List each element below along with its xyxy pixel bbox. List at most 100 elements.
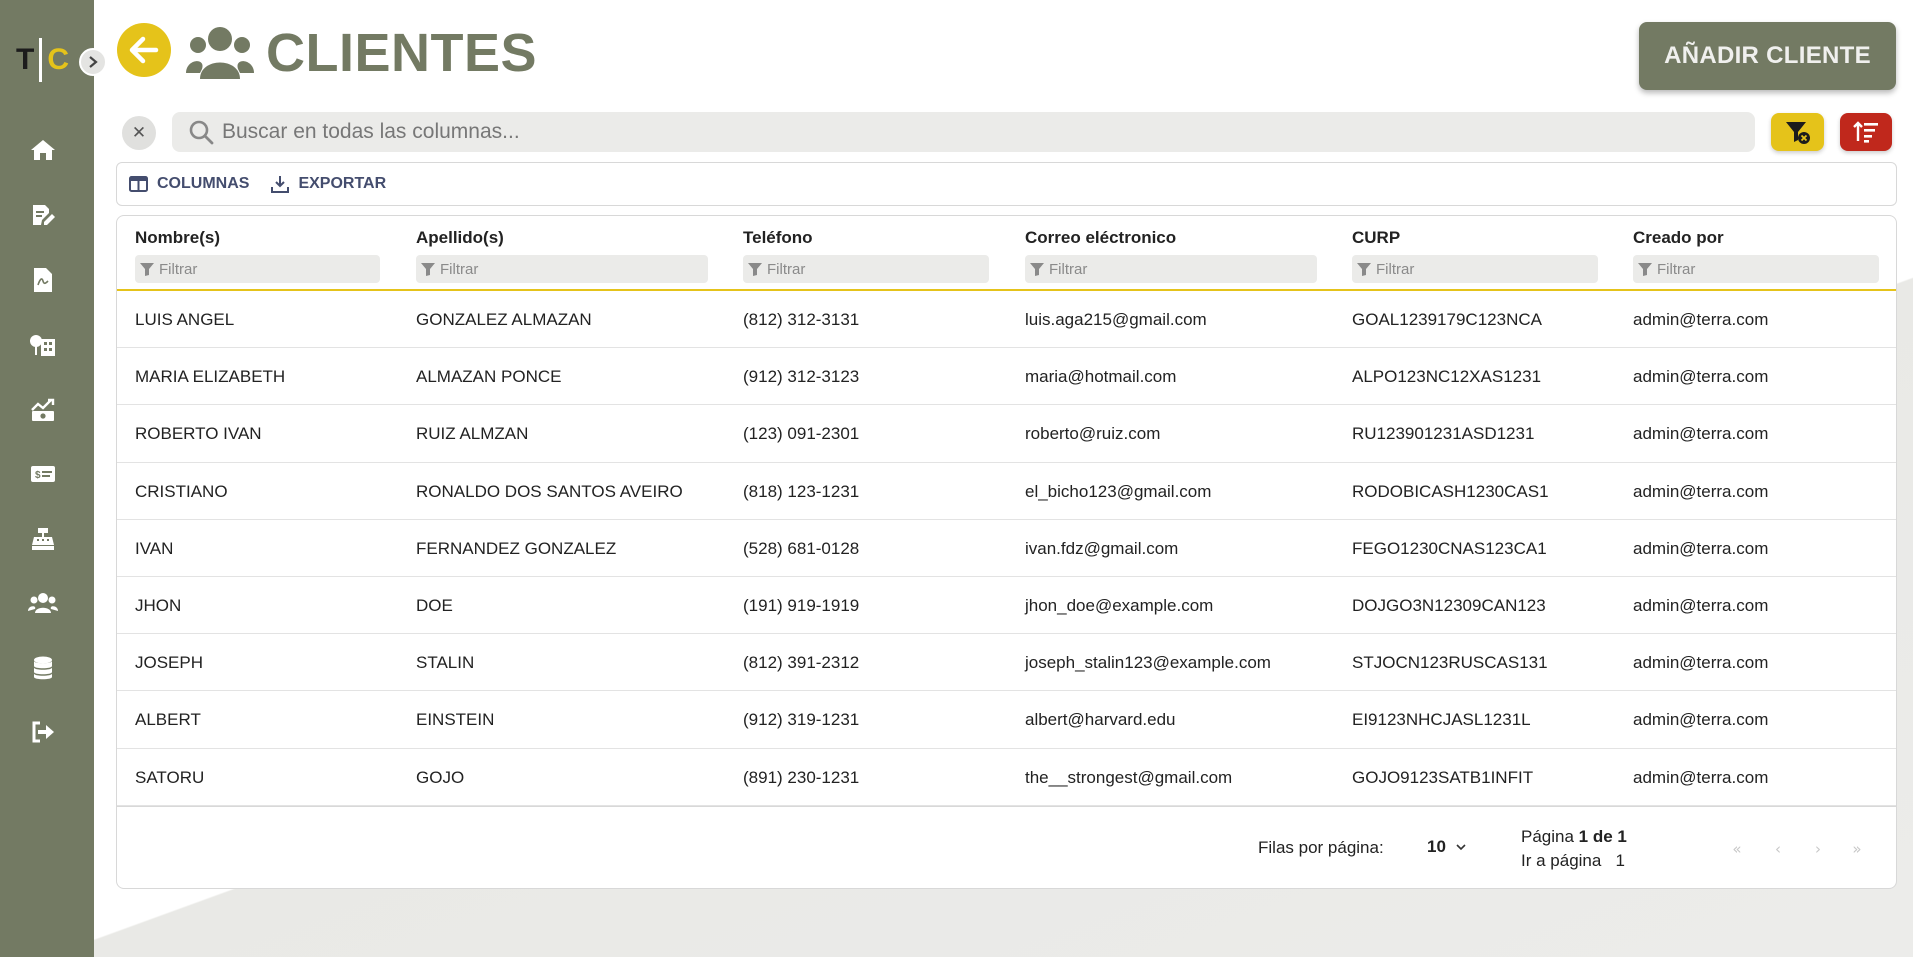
export-button[interactable]: EXPORTAR (271, 175, 386, 193)
export-button-label: EXPORTAR (298, 175, 387, 192)
column-filter (1352, 255, 1598, 283)
cell-last-name: EINSTEIN (416, 710, 495, 730)
column-filter-input[interactable] (159, 260, 352, 278)
chevron-right-icon: › (1815, 840, 1821, 858)
column-filter (1633, 255, 1879, 283)
columns-button[interactable]: COLUMNAS (129, 175, 249, 193)
table-body: LUIS ANGEL GONZALEZ ALMAZAN (812) 312-3131… (117, 291, 1896, 806)
cell-created-by: admin@terra.com (1633, 595, 1769, 615)
sidebar-item-properties[interactable] (27, 329, 59, 361)
sidebar-item-documents[interactable] (27, 264, 59, 296)
sidebar-item-cash-register[interactable] (27, 523, 59, 555)
cell-phone: (812) 391-2312 (743, 653, 860, 673)
sidebar: T C $ (0, 0, 94, 957)
back-button[interactable] (117, 23, 171, 77)
previous-page-button[interactable]: ‹ (1765, 837, 1791, 861)
table-row[interactable]: ALBERT EINSTEIN (912) 319-1231 albert@harva… (117, 691, 1896, 749)
columns-button-label: COLUMNAS (157, 175, 250, 192)
first-page-button[interactable]: « (1724, 837, 1750, 861)
filter-toggle-button[interactable] (1771, 113, 1824, 151)
table-row[interactable]: SATORU GOJO (891) 230-1231 the__strongest@g… (117, 749, 1896, 806)
cell-email: el_bicho123@gmail.com (1025, 481, 1212, 501)
cell-email: albert@harvard.edu (1025, 710, 1176, 730)
cell-curp: FEGO1230CNAS123CA1 (1352, 538, 1547, 558)
goto-page-input[interactable]: 1 (1616, 851, 1625, 870)
sidebar-item-database[interactable] (27, 652, 59, 684)
table-row[interactable]: JOSEPH STALIN (812) 391-2312 joseph_stalin1… (117, 634, 1896, 692)
column-filter (743, 255, 989, 283)
add-client-button[interactable]: AÑADIR CLIENTE (1639, 22, 1896, 90)
edit-document-icon (33, 205, 55, 225)
logo-divider (39, 38, 43, 82)
column-header-curp[interactable]: CURP (1352, 226, 1598, 283)
column-filter-input[interactable] (1049, 260, 1280, 278)
column-header-phone[interactable]: Teléfono (743, 226, 989, 283)
column-filter-input[interactable] (1657, 260, 1851, 278)
logout-icon (32, 721, 54, 743)
column-header-last-name[interactable]: Apellido(s) (416, 226, 708, 283)
cash-register-icon (32, 528, 54, 550)
sidebar-item-payments[interactable]: $ (27, 458, 59, 490)
search-input[interactable] (222, 120, 1722, 144)
sidebar-item-home[interactable] (27, 134, 59, 166)
cell-first-name: MARIA ELIZABETH (135, 367, 286, 387)
goto-page-label: Ir a página (1521, 851, 1602, 870)
column-header-first-name[interactable]: Nombre(s) (135, 226, 380, 283)
column-filter (135, 255, 380, 283)
table-row[interactable]: MARIA ELIZABETH ALMAZAN PONCE (912) 312-31… (117, 348, 1896, 406)
cell-first-name: JHON (135, 595, 182, 615)
table-row[interactable]: LUIS ANGEL GONZALEZ ALMAZAN (812) 312-3131… (117, 291, 1896, 349)
sidebar-collapse-toggle[interactable] (79, 48, 107, 76)
table-row[interactable]: CRISTIANO RONALDO DOS SANTOS AVEIRO (818) … (117, 463, 1896, 520)
clear-search-button[interactable]: ✕ (122, 116, 156, 150)
table-toolbar: COLUMNAS EXPORTAR (116, 162, 1897, 206)
cell-email: roberto@ruiz.com (1025, 424, 1161, 444)
page-info: Página 1 de 1 Ir a página 1 (1521, 825, 1627, 873)
sidebar-item-logout[interactable] (27, 716, 59, 748)
cell-first-name: SATORU (135, 767, 205, 787)
cell-last-name: STALIN (416, 653, 475, 673)
next-page-button[interactable]: › (1805, 837, 1831, 861)
sidebar-item-finance[interactable] (27, 394, 59, 426)
column-header-label: Creado por (1633, 228, 1724, 247)
column-filter-input[interactable] (767, 260, 961, 278)
cell-created-by: admin@terra.com (1633, 310, 1769, 329)
rows-per-page-label: Filas por página: (1258, 838, 1384, 857)
cell-curp: STJOCN123RUSCAS131 (1352, 653, 1548, 673)
column-filter (1025, 255, 1317, 283)
column-header-email[interactable]: Correo eléctronico (1025, 226, 1317, 283)
last-page-button[interactable]: » (1844, 837, 1870, 861)
sidebar-item-contracts[interactable] (27, 199, 59, 231)
cell-created-by: admin@terra.com (1633, 481, 1769, 501)
column-header-label: CURP (1352, 228, 1401, 247)
table-header: Nombre(s) Apellido(s) Teléfono Correo eléct… (117, 216, 1896, 291)
cell-created-by: admin@terra.com (1633, 367, 1769, 387)
rows-per-page-select[interactable]: 10 (1427, 837, 1468, 857)
table-row[interactable]: JHON DOE (191) 919-1919 jhon_doe@example.co… (117, 577, 1896, 635)
cell-last-name: GONZALEZ ALMAZAN (416, 310, 592, 329)
table-row[interactable]: IVAN FERNANDEZ GONZALEZ (528) 681-0128 ivan… (117, 520, 1896, 577)
cell-first-name: ROBERTO IVAN (135, 424, 262, 444)
cell-last-name: RUIZ ALMZAN (416, 424, 529, 444)
table-row[interactable]: ROBERTO IVAN RUIZ ALMZAN (123) 091-2301 rob… (117, 405, 1896, 463)
column-filter-input[interactable] (440, 260, 671, 278)
cell-first-name: IVAN (135, 538, 174, 558)
filter-icon (421, 263, 435, 276)
column-header-label: Teléfono (743, 228, 813, 247)
global-search (172, 112, 1755, 152)
column-header-created-by[interactable]: Creado por (1633, 226, 1879, 283)
home-icon (31, 140, 55, 160)
cell-created-by: admin@terra.com (1633, 653, 1769, 673)
cell-created-by: admin@terra.com (1633, 424, 1769, 444)
money-bill-icon: $ (31, 466, 55, 482)
sidebar-item-clients[interactable] (27, 587, 59, 619)
table-pagination: Filas por página: 10 Página 1 de 1 Ir a … (117, 806, 1896, 888)
sort-toggle-button[interactable] (1840, 113, 1892, 151)
cell-phone: (912) 319-1231 (743, 710, 860, 730)
clients-table: Nombre(s) Apellido(s) Teléfono Correo eléct… (116, 215, 1897, 889)
columns-icon (129, 176, 148, 192)
column-filter-input[interactable] (1376, 260, 1570, 278)
users-icon (28, 593, 58, 613)
filter-icon (140, 263, 154, 276)
chevron-right-icon (89, 56, 98, 68)
